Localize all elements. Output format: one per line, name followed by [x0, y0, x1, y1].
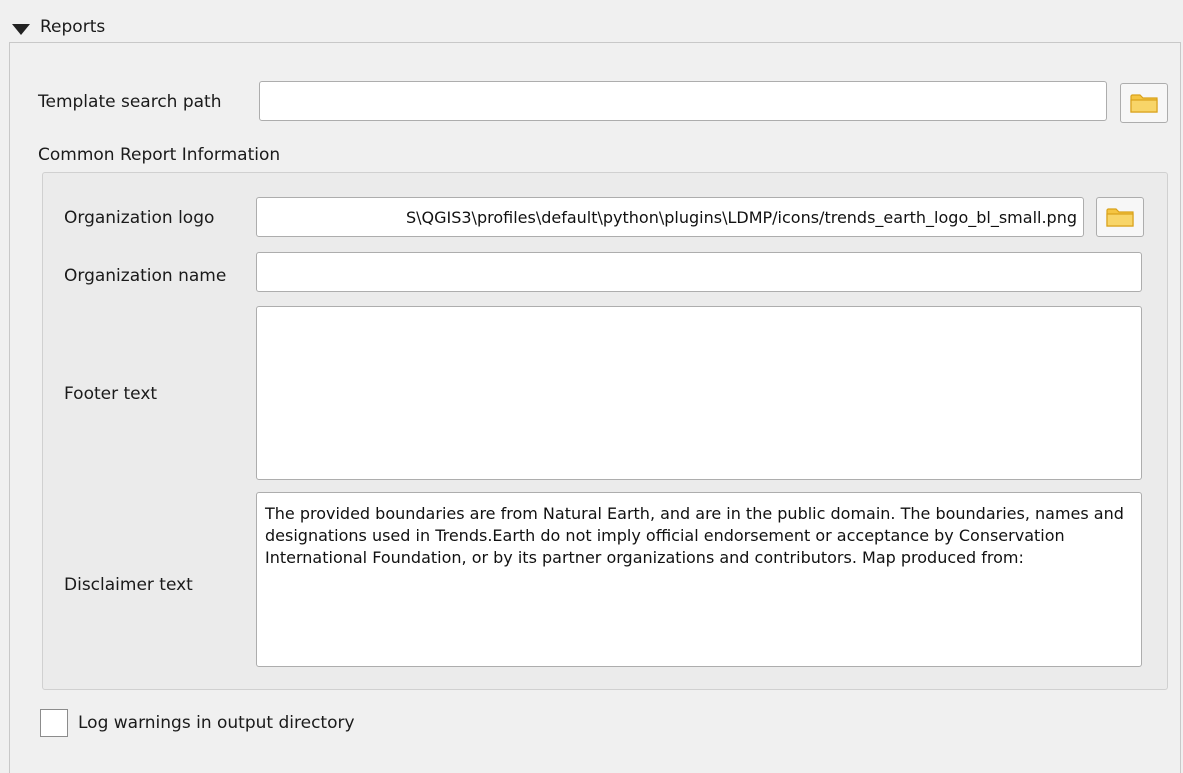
reports-section-header[interactable]: Reports	[0, 0, 1183, 42]
log-warnings-checkbox[interactable]	[40, 709, 68, 737]
disclaimer-text-area[interactable]: The provided boundaries are from Natural…	[256, 492, 1142, 667]
template-search-path-label: Template search path	[38, 92, 222, 112]
group-title: Common Report Information	[38, 145, 281, 165]
organization-name-label: Organization name	[64, 266, 227, 286]
folder-icon	[1106, 208, 1134, 227]
organization-logo-label: Organization logo	[64, 208, 215, 228]
section-title: Reports	[40, 17, 106, 37]
template-browse-button[interactable]	[1120, 83, 1168, 123]
footer-text-label: Footer text	[64, 384, 158, 404]
template-search-path-input[interactable]	[259, 81, 1107, 121]
organization-logo-value: S\QGIS3\profiles\default\python\plugins\…	[405, 207, 1077, 227]
organization-name-input[interactable]	[256, 252, 1142, 292]
logo-browse-button[interactable]	[1096, 197, 1144, 237]
footer-text-area[interactable]	[256, 306, 1142, 480]
triangle-down-icon[interactable]	[12, 24, 30, 35]
disclaimer-text-label: Disclaimer text	[64, 575, 193, 595]
log-warnings-label[interactable]: Log warnings in output directory	[78, 713, 355, 733]
organization-logo-input[interactable]: S\QGIS3\profiles\default\python\plugins\…	[256, 197, 1084, 237]
folder-icon	[1130, 94, 1158, 113]
